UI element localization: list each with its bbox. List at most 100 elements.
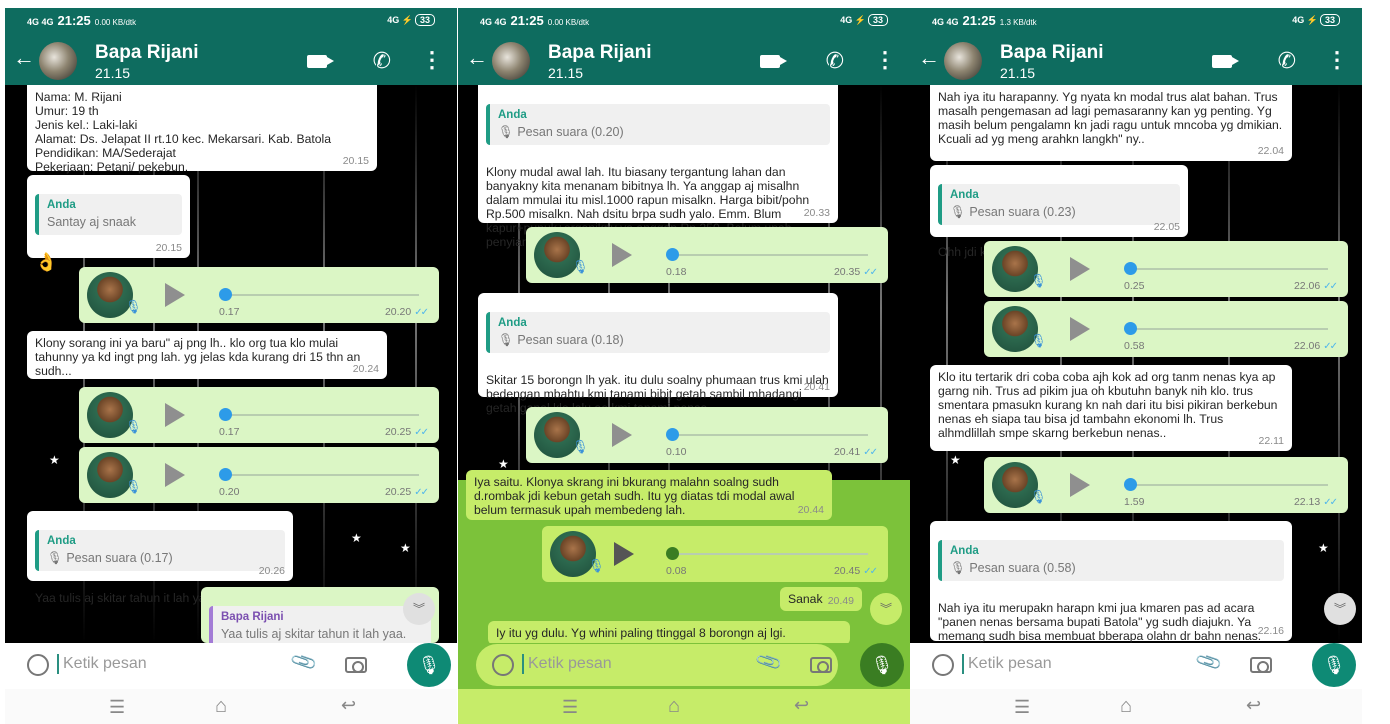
audio-track[interactable] (672, 254, 868, 256)
play-icon[interactable] (612, 423, 632, 447)
audio-seek-handle[interactable] (219, 408, 232, 421)
camera-icon[interactable] (1250, 657, 1272, 673)
input-placeholder[interactable]: Ketik pesan (57, 654, 147, 674)
video-call-icon[interactable] (1212, 55, 1239, 68)
quoted-reply[interactable]: Anda Santay aj snaak (35, 194, 182, 235)
message-bubble[interactable]: Iya saitu. Klonya skrang ini bkurang mal… (466, 470, 832, 520)
play-icon[interactable] (165, 283, 185, 307)
emoji-icon[interactable] (932, 654, 954, 676)
paperclip-icon[interactable]: 📎 (1194, 648, 1224, 677)
play-icon[interactable] (1070, 473, 1090, 497)
contact-avatar[interactable] (39, 42, 77, 80)
back-arrow-icon[interactable]: ← (466, 45, 488, 71)
audio-seek-handle[interactable] (666, 547, 679, 560)
back-icon[interactable]: ↩ (794, 695, 809, 716)
message-bubble[interactable]: Nah iya itu harapanny. Yg nyata kn modal… (930, 85, 1292, 161)
audio-seek-handle[interactable] (1124, 478, 1137, 491)
back-arrow-icon[interactable]: ← (13, 45, 35, 71)
voice-message[interactable]: 🎙 0.08 20.45 ✓✓ (542, 526, 888, 582)
contact-avatar[interactable] (492, 42, 530, 80)
contact-name[interactable]: Bapa Rijani (1000, 42, 1103, 64)
contact-name[interactable]: Bapa Rijani (548, 42, 651, 64)
mic-button[interactable]: 🎙 (860, 643, 904, 687)
play-icon[interactable] (165, 463, 185, 487)
more-vert-icon[interactable]: ⋮ (421, 47, 443, 73)
phone-icon[interactable]: ✆ (373, 48, 391, 74)
quoted-reply[interactable]: Anda 🎙 Pesan suara (0.17) (35, 530, 285, 571)
emoji-icon[interactable] (492, 654, 514, 676)
emoji-icon[interactable] (27, 654, 49, 676)
voice-message[interactable]: 🎙 0.10 20.41 ✓✓ (526, 407, 888, 463)
contact-name[interactable]: Bapa Rijani (95, 42, 198, 64)
home-icon[interactable]: ⌂ (668, 695, 680, 718)
paperclip-icon[interactable]: 📎 (754, 648, 784, 677)
message-bubble[interactable]: Iy itu yg dulu. Yg whini paling ttinggal… (488, 621, 850, 643)
message-bubble[interactable]: Nama: M. Rijani Umur: 19 th Jenis kel.: … (27, 85, 377, 174)
audio-seek-handle[interactable] (1124, 262, 1137, 275)
audio-track[interactable] (672, 434, 868, 436)
message-bubble[interactable]: Klony sorang ini ya baru" aj png lh.. kl… (27, 331, 387, 379)
input-placeholder[interactable]: Ketik pesan (962, 654, 1052, 674)
scroll-down-button[interactable]: ︾ (870, 593, 902, 625)
audio-track[interactable] (225, 294, 419, 296)
audio-track[interactable] (1130, 328, 1328, 330)
menu-icon[interactable]: ☰ (562, 697, 578, 718)
quoted-reply[interactable]: Bapa Rijani Yaa tulis aj skitar tahun it … (209, 606, 431, 643)
play-icon[interactable] (1070, 257, 1090, 281)
video-call-icon[interactable] (307, 55, 334, 68)
audio-track[interactable] (1130, 268, 1328, 270)
message-bubble[interactable]: Anda 🎙 Pesan suara (0.18) Skitar 15 boron… (478, 293, 838, 415)
message-bubble[interactable]: Klo itu tertarik dri coba coba ajh kok a… (930, 365, 1292, 451)
voice-message[interactable]: 🎙 0.58 22.06 ✓✓ (984, 301, 1348, 357)
message-bubble[interactable]: Sanak 20.49 (780, 587, 862, 611)
message-bubble[interactable]: Anda 🎙 Pesan suara (0.58) Nah iya itu mer… (930, 521, 1292, 643)
home-icon[interactable]: ⌂ (215, 695, 227, 718)
audio-seek-handle[interactable] (219, 288, 232, 301)
more-vert-icon[interactable]: ⋮ (874, 47, 896, 73)
phone-icon[interactable]: ✆ (826, 48, 844, 74)
message-input[interactable]: Ketik pesan 📎 (476, 644, 838, 686)
contact-avatar[interactable] (944, 42, 982, 80)
voice-message[interactable]: 🎙 1.59 22.13 ✓✓ (984, 457, 1348, 513)
input-placeholder[interactable]: Ketik pesan (522, 654, 612, 674)
back-arrow-icon[interactable]: ← (918, 45, 940, 71)
play-icon[interactable] (614, 542, 634, 566)
play-icon[interactable] (612, 243, 632, 267)
paperclip-icon[interactable]: 📎 (289, 648, 319, 677)
voice-message[interactable]: 🎙 0.18 20.35 ✓✓ (526, 227, 888, 283)
camera-icon[interactable] (345, 657, 367, 673)
audio-track[interactable] (225, 474, 419, 476)
chat-area[interactable]: ★ ★ Nah iya itu harapanny. Yg nyata kn m… (910, 85, 1362, 643)
home-icon[interactable]: ⌂ (1120, 695, 1132, 718)
message-input[interactable]: Ketik pesan 📎 (11, 644, 385, 686)
voice-message[interactable]: 🎙 0.25 22.06 ✓✓ (984, 241, 1348, 297)
voice-message[interactable]: 🎙 0.17 20.25 ✓✓ (79, 387, 439, 443)
audio-track[interactable] (672, 553, 868, 555)
audio-track[interactable] (225, 414, 419, 416)
mic-button[interactable]: 🎙 (407, 643, 451, 687)
quoted-reply[interactable]: Anda 🎙 Pesan suara (0.23) (938, 184, 1180, 225)
audio-seek-handle[interactable] (219, 468, 232, 481)
menu-icon[interactable]: ☰ (109, 697, 125, 718)
message-bubble[interactable]: Anda 🎙 Pesan suara (0.17) Yaa tulis aj sk… (27, 511, 293, 605)
audio-seek-handle[interactable] (666, 428, 679, 441)
scroll-down-button[interactable]: ︾ (403, 593, 435, 625)
message-bubble[interactable]: Anda Santay aj snaak 👌 20.15 (27, 175, 190, 271)
video-call-icon[interactable] (760, 55, 787, 68)
phone-icon[interactable]: ✆ (1278, 48, 1296, 74)
back-icon[interactable]: ↩ (341, 695, 356, 716)
message-bubble[interactable]: Anda🎙 Pesan suara (0.23) Ohh jdi ky it a… (930, 165, 1188, 259)
audio-seek-handle[interactable] (1124, 322, 1137, 335)
menu-icon[interactable]: ☰ (1014, 697, 1030, 718)
message-bubble[interactable]: Anda 🎙 Pesan suara (0.20) Klony mudal awa… (478, 85, 838, 249)
chat-area[interactable]: ★ ★ ★ Nama: M. Rijani Umur: 19 th Jenis … (5, 85, 457, 643)
audio-seek-handle[interactable] (666, 248, 679, 261)
quoted-reply[interactable]: Anda 🎙 Pesan suara (0.18) (486, 312, 830, 353)
voice-message[interactable]: 🎙 0.20 20.25 ✓✓ (79, 447, 439, 503)
voice-message[interactable]: 🎙 0.17 20.20 ✓✓ (79, 267, 439, 323)
back-icon[interactable]: ↩ (1246, 695, 1261, 716)
message-input[interactable]: Ketik pesan 📎 (916, 644, 1290, 686)
play-icon[interactable] (165, 403, 185, 427)
camera-icon[interactable] (810, 657, 832, 673)
mic-button[interactable]: 🎙 (1312, 643, 1356, 687)
